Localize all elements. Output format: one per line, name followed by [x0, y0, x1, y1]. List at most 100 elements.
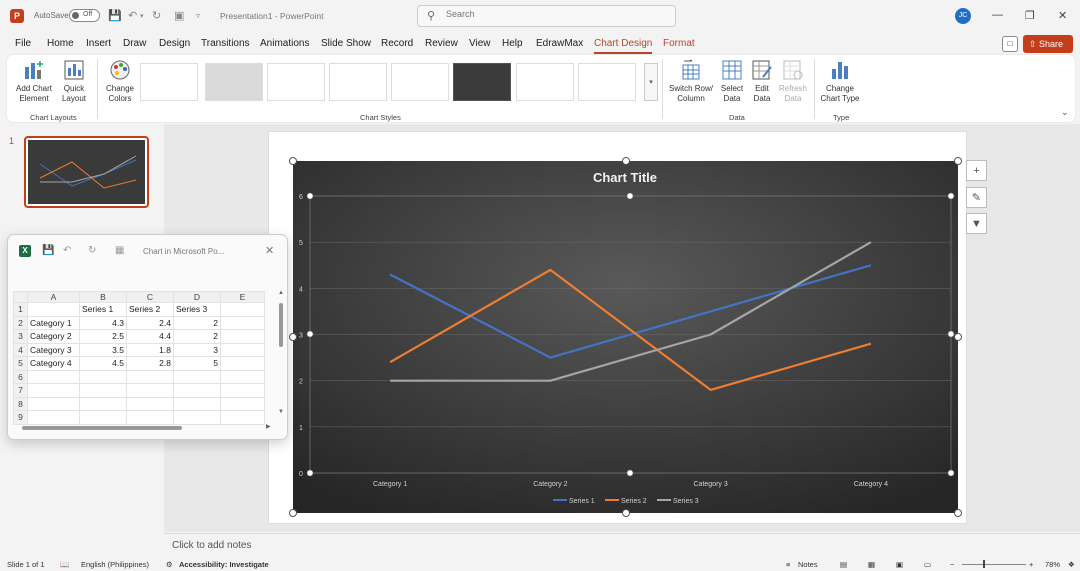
chart-title[interactable]: Chart Title	[593, 170, 657, 185]
scrollbar-thumb[interactable]	[279, 303, 283, 347]
language-indicator[interactable]: English (Philippines)	[81, 560, 149, 569]
cell[interactable]	[220, 356, 265, 371]
undo-dropdown-icon[interactable]: ▾	[140, 12, 144, 20]
tab-animations[interactable]: Animations	[260, 38, 309, 49]
cell[interactable]	[27, 383, 80, 398]
customize-toolbar-icon[interactable]: ▿	[196, 11, 200, 20]
cell[interactable]: Series 3	[173, 302, 221, 317]
chart-style-4[interactable]	[329, 63, 387, 101]
cell[interactable]	[126, 410, 174, 425]
notes-icon[interactable]: ≡	[786, 560, 790, 569]
spelling-icon[interactable]: 📖	[60, 560, 69, 569]
edit-data-button[interactable]: Edit Data	[748, 59, 776, 104]
cell[interactable]: 5	[173, 356, 221, 371]
chart-elements-plus-icon[interactable]: +	[966, 160, 987, 181]
excel-data-window[interactable]: X 💾 ↶ ↻ ▦ Chart in Microsoft Po... ✕ A B…	[7, 234, 288, 440]
resize-handle[interactable]	[622, 157, 630, 165]
chart[interactable]: Chart Title 0 1 2 3 4 5 6 Category 1 Category 2…	[293, 161, 958, 513]
cell[interactable]: 3.5	[79, 342, 127, 357]
column-header[interactable]: D	[173, 291, 221, 303]
row-header[interactable]: 8	[13, 396, 28, 411]
resize-handle[interactable]	[622, 509, 630, 517]
zoom-in-icon[interactable]: +	[1029, 560, 1033, 569]
cell[interactable]: 2.5	[79, 329, 127, 344]
row-header[interactable]: 5	[13, 356, 28, 371]
tab-record[interactable]: Record	[381, 38, 413, 49]
reading-view-icon[interactable]: ▣	[896, 560, 903, 569]
scrollbar-thumb[interactable]	[22, 426, 182, 430]
redo-icon[interactable]: ↻	[88, 245, 96, 256]
share-button[interactable]: ⇧ Share	[1023, 35, 1073, 53]
tab-format[interactable]: Format	[663, 38, 695, 49]
row-header[interactable]: 7	[13, 383, 28, 398]
scroll-down-icon[interactable]: ▼	[278, 409, 284, 415]
zoom-slider-thumb[interactable]	[983, 560, 985, 568]
select-data-button[interactable]: Select Data	[715, 59, 749, 104]
change-chart-type-button[interactable]: Change Chart Type	[818, 59, 862, 104]
scroll-up-icon[interactable]: ▲	[278, 290, 284, 296]
redo-icon[interactable]: ↻	[152, 9, 161, 22]
add-chart-element-button[interactable]: Add Chart Element	[12, 59, 56, 104]
column-header[interactable]: C	[126, 291, 174, 303]
chart-filters-icon[interactable]: ▼	[966, 213, 987, 234]
tab-draw[interactable]: Draw	[123, 38, 146, 49]
zoom-out-icon[interactable]: −	[950, 560, 954, 569]
chart-styles-brush-icon[interactable]: ✎	[966, 187, 987, 208]
zoom-slider[interactable]	[962, 564, 1026, 565]
chart-style-2[interactable]	[205, 63, 263, 101]
cell[interactable]: 2	[173, 315, 221, 330]
select-all-corner[interactable]	[13, 291, 28, 303]
tab-chart-design[interactable]: Chart Design	[594, 38, 653, 54]
chart-style-8[interactable]	[578, 63, 636, 101]
refresh-data-button[interactable]: Refresh Data	[777, 59, 809, 104]
row-header[interactable]: 6	[13, 369, 28, 384]
tab-insert[interactable]: Insert	[86, 38, 111, 49]
cell[interactable]	[220, 410, 265, 425]
fit-slide-icon[interactable]: ❖	[1068, 560, 1075, 569]
quick-layout-button[interactable]: Quick Layout	[55, 59, 93, 104]
spreadsheet-grid[interactable]: A B C D E 1 Series 1 Series 2 Series 3 2…	[13, 291, 265, 425]
cell[interactable]	[126, 383, 174, 398]
avatar[interactable]: JC	[955, 8, 971, 24]
comment-icon[interactable]: □	[1002, 36, 1018, 52]
search-box[interactable]: ⚲	[417, 5, 676, 27]
tab-edrawmax[interactable]: EdrawMax	[536, 38, 583, 49]
row-header[interactable]: 4	[13, 342, 28, 357]
cell[interactable]	[220, 369, 265, 384]
tab-home[interactable]: Home	[47, 38, 74, 49]
minimize-icon[interactable]: —	[992, 9, 1003, 21]
cell[interactable]: Series 2	[126, 302, 174, 317]
vertical-scrollbar[interactable]: ▲ ▼	[278, 290, 285, 417]
slide-sorter-icon[interactable]: ▦	[868, 560, 875, 569]
horizontal-scrollbar[interactable]: ▶	[18, 424, 273, 432]
cell[interactable]: 4.4	[126, 329, 174, 344]
undo-icon[interactable]: ↶	[128, 9, 137, 22]
chart-styles-more-icon[interactable]: ▾	[644, 63, 658, 101]
close-icon[interactable]: ✕	[1058, 9, 1067, 22]
tab-view[interactable]: View	[469, 38, 491, 49]
cell[interactable]	[27, 410, 80, 425]
chart-style-5[interactable]	[391, 63, 449, 101]
cell[interactable]	[126, 369, 174, 384]
switch-row-column-button[interactable]: Switch Row/ Column	[666, 59, 716, 104]
slide-thumbnail[interactable]	[24, 136, 149, 208]
change-colors-button[interactable]: Change Colors	[101, 59, 139, 104]
notes-toggle[interactable]: Notes	[798, 560, 818, 569]
tab-help[interactable]: Help	[502, 38, 523, 49]
cell[interactable]	[220, 383, 265, 398]
column-header[interactable]: A	[27, 291, 80, 303]
save-icon[interactable]: 💾	[42, 245, 54, 256]
search-input[interactable]	[446, 9, 646, 19]
cell[interactable]: Category 1	[27, 315, 80, 330]
scroll-right-icon[interactable]: ▶	[266, 423, 271, 430]
cell[interactable]: 2	[173, 329, 221, 344]
cell[interactable]	[27, 396, 80, 411]
accessibility-icon[interactable]: ⚙	[166, 560, 173, 569]
cell[interactable]	[126, 396, 174, 411]
tab-review[interactable]: Review	[425, 38, 458, 49]
resize-handle[interactable]	[954, 509, 962, 517]
cell[interactable]	[79, 396, 127, 411]
save-icon[interactable]: 💾	[108, 9, 122, 22]
present-icon[interactable]: ▣	[174, 9, 184, 22]
cell[interactable]	[173, 369, 221, 384]
